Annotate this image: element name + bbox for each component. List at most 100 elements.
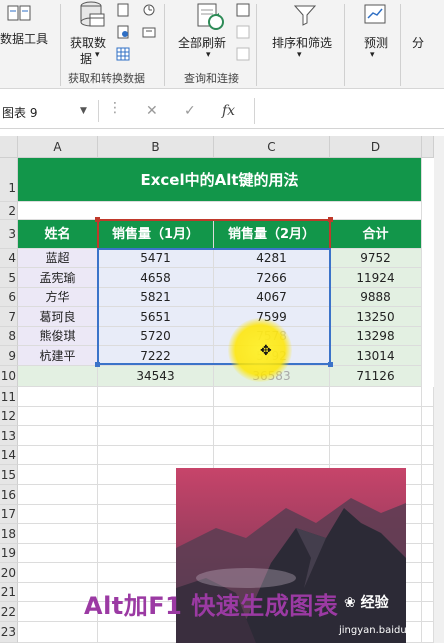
empty-cell[interactable]: [422, 524, 434, 544]
name-cell[interactable]: 蓝超: [18, 249, 98, 268]
empty-cell[interactable]: [422, 544, 434, 563]
name-cell[interactable]: 葛珂良: [18, 307, 98, 327]
row-header-7[interactable]: 7: [0, 307, 18, 327]
from-web-icon[interactable]: [116, 24, 130, 39]
sum-jan-cell[interactable]: 34543: [98, 366, 214, 387]
chevron-down-icon[interactable]: ▾: [206, 50, 211, 60]
row-header-12[interactable]: 12: [0, 407, 18, 426]
sort-filter-button[interactable]: 排序和筛选: [272, 34, 332, 51]
total-cell[interactable]: 13014: [330, 346, 422, 366]
empty-cell[interactable]: [422, 505, 434, 524]
feb-cell[interactable]: 4067: [214, 288, 330, 307]
row-header-20[interactable]: 20: [0, 563, 18, 583]
empty-cell[interactable]: [18, 563, 98, 583]
vertical-scrollbar[interactable]: [434, 136, 444, 643]
empty-cell[interactable]: [18, 544, 98, 563]
jan-cell[interactable]: 5651: [98, 307, 214, 327]
row-header-11[interactable]: 11: [0, 387, 18, 407]
row-header-2[interactable]: 2: [0, 202, 18, 220]
row-header-1[interactable]: 1: [0, 158, 18, 202]
empty-cell[interactable]: [330, 387, 422, 407]
chevron-down-icon[interactable]: ▾: [297, 50, 302, 60]
empty-cell[interactable]: [422, 446, 434, 465]
row-header-4[interactable]: 4: [0, 249, 18, 268]
selection-handle[interactable]: [95, 217, 100, 222]
jan-cell[interactable]: 7222: [98, 346, 214, 366]
row-header-23[interactable]: 23: [0, 622, 18, 643]
empty-row-2[interactable]: [18, 202, 422, 220]
empty-cell[interactable]: [98, 446, 214, 465]
refresh-all-button[interactable]: 全部刷新: [178, 34, 226, 51]
total-cell[interactable]: 9752: [330, 249, 422, 268]
empty-cell[interactable]: [18, 446, 98, 465]
jan-cell[interactable]: 5821: [98, 288, 214, 307]
chevron-down-icon[interactable]: ▾: [95, 50, 100, 60]
empty-cell[interactable]: [422, 583, 434, 602]
empty-cell[interactable]: [98, 426, 214, 446]
empty-cell[interactable]: [330, 446, 422, 465]
empty-cell[interactable]: [214, 407, 330, 426]
edit-links-icon[interactable]: [236, 46, 250, 61]
forecast-button[interactable]: 预测: [364, 34, 388, 51]
row-header-8[interactable]: 8: [0, 327, 18, 346]
header-total[interactable]: 合计: [330, 220, 422, 249]
row-header-6[interactable]: 6: [0, 288, 18, 307]
feb-cell[interactable]: 7266: [214, 268, 330, 288]
header-jan[interactable]: 销售量（1月）: [98, 220, 214, 249]
name-cell[interactable]: 孟宪瑜: [18, 268, 98, 288]
empty-cell[interactable]: [98, 407, 214, 426]
feb-cell[interactable]: 4281: [214, 249, 330, 268]
empty-cell[interactable]: [18, 622, 98, 643]
row-header-17[interactable]: 17: [0, 505, 18, 524]
column-header-a[interactable]: A: [18, 136, 98, 158]
empty-cell[interactable]: [422, 426, 434, 446]
data-tools-button[interactable]: 数据工具: [0, 30, 48, 47]
empty-cell[interactable]: [214, 446, 330, 465]
recent-sources-icon[interactable]: [142, 2, 156, 16]
header-feb[interactable]: 销售量（2月）: [214, 220, 330, 249]
empty-cell[interactable]: [18, 485, 98, 505]
column-header-d[interactable]: D: [330, 136, 422, 158]
chevron-down-icon[interactable]: ▼: [80, 106, 87, 116]
name-box[interactable]: 图表 9 ▼: [0, 100, 99, 122]
row-header-10[interactable]: 10: [0, 366, 18, 387]
get-data-button-line2[interactable]: 据: [80, 50, 92, 67]
title-cell[interactable]: Excel中的Alt键的用法: [18, 158, 422, 202]
row-header-16[interactable]: 16: [0, 485, 18, 505]
jan-cell[interactable]: 5720: [98, 327, 214, 346]
selection-handle[interactable]: [328, 362, 333, 367]
name-cell[interactable]: 方华: [18, 288, 98, 307]
column-header-b[interactable]: B: [98, 136, 214, 158]
empty-cell[interactable]: [422, 407, 434, 426]
outline-button[interactable]: 分: [412, 34, 424, 51]
properties-icon[interactable]: [236, 24, 250, 39]
row-header-5[interactable]: 5: [0, 268, 18, 288]
row-header-21[interactable]: 21: [0, 583, 18, 602]
row-header-19[interactable]: 19: [0, 544, 18, 563]
empty-cell[interactable]: [330, 426, 422, 446]
sum-total-cell[interactable]: 71126: [330, 366, 422, 387]
row-header-14[interactable]: 14: [0, 446, 18, 465]
empty-cell[interactable]: [422, 485, 434, 505]
empty-cell[interactable]: [422, 387, 434, 407]
row-header-22[interactable]: 22: [0, 602, 18, 622]
row-header-15[interactable]: 15: [0, 465, 18, 485]
column-header-c[interactable]: C: [214, 136, 330, 158]
queries-connections-icon[interactable]: [236, 2, 250, 17]
existing-connections-icon[interactable]: [142, 24, 156, 38]
empty-cell[interactable]: [18, 465, 98, 485]
empty-cell[interactable]: [18, 524, 98, 544]
selection-handle[interactable]: [95, 362, 100, 367]
from-table-icon[interactable]: [116, 46, 130, 61]
empty-cell[interactable]: [330, 407, 422, 426]
jan-cell[interactable]: 5471: [98, 249, 214, 268]
sum-label-cell[interactable]: [18, 366, 98, 387]
selection-handle[interactable]: [328, 217, 333, 222]
select-all-corner[interactable]: [0, 136, 18, 158]
formula-input[interactable]: [254, 98, 444, 124]
enter-icon[interactable]: ✓: [184, 103, 196, 119]
empty-cell[interactable]: [18, 426, 98, 446]
row-header-13[interactable]: 13: [0, 426, 18, 446]
empty-cell[interactable]: [422, 465, 434, 485]
name-cell[interactable]: 杭建平: [18, 346, 98, 366]
